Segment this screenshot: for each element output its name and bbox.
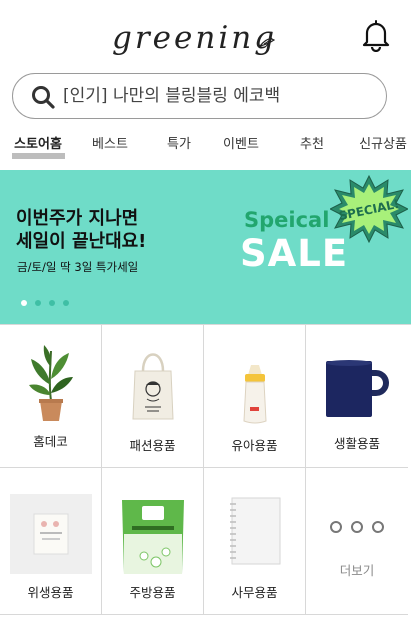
search-input[interactable] [63,80,373,112]
tab-store-home[interactable]: 스토어홈 [3,133,73,152]
category-label: 사무용품 [231,585,278,600]
app-header: greening [0,0,411,70]
mug-icon [326,360,389,417]
svg-text:greening: greening [112,20,277,56]
tote-bag-icon [131,353,174,420]
tab-new-products[interactable]: 신규상품 [348,133,411,152]
search-bar[interactable] [12,73,387,119]
category-grid: 홈데코 패션용품 유아용품 생활용품 위생용품 주방용품 사무용품 더보기 [0,324,411,615]
category-label: 유아용품 [231,438,278,453]
more-dots-icon [330,521,384,533]
laundry-bag-icon [121,500,184,574]
category-kitchen[interactable]: 주방용품 [102,468,204,615]
plant-icon [28,345,73,421]
promo-banner[interactable]: 이번주가 지나면 세일이 끝난대요! 금/토/일 딱 3일 특가세일 Speic… [0,170,411,324]
tab-special-price[interactable]: 특가 [144,133,214,152]
special-burst-icon: SPECIAL! [330,174,408,244]
category-fashion[interactable]: 패션용품 [102,325,204,468]
tab-event[interactable]: 이벤트 [206,133,276,152]
notebook-icon [229,497,280,565]
banner-title-line2: 세일이 끝난대요! [16,231,147,252]
category-label: 홈데코 [33,434,68,449]
carousel-dot[interactable] [21,300,27,306]
banner-subtitle: 금/토/일 딱 3일 특가세일 [17,260,139,274]
search-icon[interactable] [30,84,56,110]
carousel-dot[interactable] [63,300,69,306]
category-more[interactable]: 더보기 [306,468,408,615]
category-baby[interactable]: 유아용품 [204,325,306,468]
tab-recommend[interactable]: 추천 [277,133,347,152]
active-tab-indicator [12,153,65,159]
category-office[interactable]: 사무용품 [204,468,306,615]
greening-logo[interactable]: greening [110,14,282,64]
banner-title-line1: 이번주가 지나면 [16,208,139,229]
soap-box-icon [9,494,92,574]
category-tabs: 스토어홈 베스트 특가 이벤트 추천 신규상품 [0,128,411,164]
category-label: 패션용품 [129,438,176,453]
carousel-dot[interactable] [49,300,55,306]
category-label: 생활용품 [333,436,380,451]
category-home-deco[interactable]: 홈데코 [0,325,102,468]
category-label: 위생용품 [27,585,74,600]
category-hygiene[interactable]: 위생용품 [0,468,102,615]
bell-icon[interactable] [360,18,392,52]
category-label: 주방용품 [129,585,176,600]
tab-best[interactable]: 베스트 [75,133,145,152]
banner-title: 이번주가 지나면 세일이 끝난대요! [16,207,206,253]
banner-speical-text: Speical [244,208,330,232]
carousel-dot[interactable] [35,300,41,306]
category-living[interactable]: 생활용품 [306,325,408,468]
baby-bottle-icon [242,365,267,424]
more-label: 더보기 [339,563,375,578]
